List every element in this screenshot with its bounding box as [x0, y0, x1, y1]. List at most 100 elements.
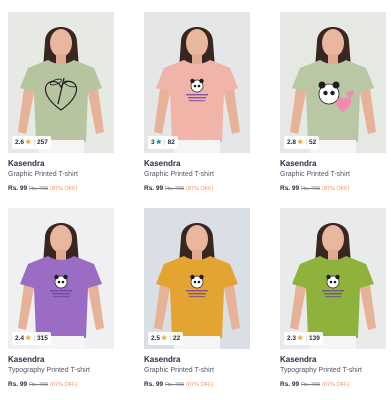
- product-card[interactable]: 2.5 ★ | 22 Kasendra Graphic Printed T-shirt…: [144, 208, 250, 390]
- model-pants: [174, 140, 220, 153]
- review-count: 82: [167, 139, 175, 146]
- panda-ear: [326, 274, 331, 280]
- review-count: 139: [309, 335, 320, 342]
- star-icon: ★: [25, 139, 32, 146]
- print-text-line: [322, 290, 344, 292]
- product-price-row: Rs. 99 Rs. 799 (87% OFF): [144, 380, 250, 390]
- product-image[interactable]: 2.8 ★ | 52: [280, 12, 386, 153]
- model-neck: [56, 250, 66, 260]
- rating-badge: 3 ★ | 82: [148, 136, 178, 149]
- rating-divider: |: [305, 335, 308, 342]
- model-neck: [192, 250, 202, 260]
- star-icon: ★: [155, 139, 162, 146]
- product-brand: Kasendra: [8, 159, 45, 168]
- product-image[interactable]: 2.5 ★ | 22: [144, 208, 250, 349]
- print-text-line: [186, 94, 208, 96]
- product-card[interactable]: 2.6 ★ | 257 Kasendra Graphic Printed T-shir…: [8, 12, 114, 194]
- rating-divider: |: [33, 139, 36, 146]
- product-card[interactable]: 2.3 ★ | 139 Kasendra Typography Printed T-s…: [280, 208, 386, 390]
- model-neck: [192, 54, 202, 64]
- print-text-line: [189, 296, 205, 298]
- model-face: [322, 29, 344, 57]
- review-count: 315: [37, 335, 48, 342]
- product-price: Rs. 99: [8, 185, 28, 192]
- review-count: 52: [309, 139, 317, 146]
- panda-eye: [197, 84, 201, 88]
- product-image[interactable]: 2.3 ★ | 139: [280, 208, 386, 349]
- rating-badge: 2.6 ★ | 257: [12, 136, 51, 149]
- star-icon: ★: [161, 335, 168, 342]
- print-text-line: [50, 290, 72, 292]
- product-price: Rs. 99: [144, 381, 164, 388]
- product-price: Rs. 99: [8, 381, 28, 388]
- product-brand: Kasendra: [144, 159, 181, 168]
- product-title: Typography Printed T-shirt: [280, 367, 362, 374]
- product-photo: [144, 208, 250, 349]
- panda-ear: [190, 274, 195, 280]
- product-price-row: Rs. 99 Rs. 799 (87% OFF): [280, 184, 386, 194]
- model-face: [186, 29, 208, 57]
- panda-ear: [199, 78, 204, 84]
- panda-eye: [193, 280, 197, 284]
- panda-eye: [57, 280, 61, 284]
- panda-eye: [61, 280, 65, 284]
- product-discount: (87% OFF): [186, 382, 214, 388]
- product-price-row: Rs. 99 Rs. 799 (87% OFF): [8, 380, 114, 390]
- product-card[interactable]: 3 ★ | 82 Kasendra Graphic Printed T-shirt R…: [144, 12, 250, 194]
- product-brand: Kasendra: [144, 355, 181, 364]
- panda-eye: [193, 84, 197, 88]
- rating-divider: |: [163, 139, 166, 146]
- product-image[interactable]: 2.4 ★ | 315: [8, 208, 114, 349]
- rating-divider: |: [33, 335, 36, 342]
- product-price-row: Rs. 99 Rs. 799 (87% OFF): [280, 380, 386, 390]
- product-brand: Kasendra: [280, 159, 317, 168]
- product-title: Graphic Printed T-shirt: [144, 367, 214, 374]
- product-title: Graphic Printed T-shirt: [280, 171, 350, 178]
- rating-value: 2.3: [287, 335, 297, 342]
- product-image[interactable]: 3 ★ | 82: [144, 12, 250, 153]
- model-neck: [56, 54, 66, 64]
- rating-value: 2.6: [15, 139, 25, 146]
- panda-eye: [323, 90, 328, 96]
- product-image[interactable]: 2.6 ★ | 257: [8, 12, 114, 153]
- product-discount: (87% OFF): [50, 186, 78, 192]
- product-photo: [144, 12, 250, 153]
- review-count: 22: [173, 335, 181, 342]
- model-face: [186, 225, 208, 253]
- product-photo: [8, 208, 114, 349]
- print-text-line: [186, 290, 208, 292]
- panda-eye: [330, 90, 335, 96]
- product-photo: [280, 12, 386, 153]
- print-text-line: [188, 293, 206, 295]
- panda-ear: [63, 274, 68, 280]
- product-brand: Kasendra: [8, 355, 45, 364]
- product-price-row: Rs. 99 Rs. 799 (87% OFF): [144, 184, 250, 194]
- panda-ear: [54, 274, 59, 280]
- product-price: Rs. 99: [280, 185, 300, 192]
- product-photo: [280, 208, 386, 349]
- panda-ear: [318, 81, 326, 89]
- panda-ear: [190, 78, 195, 84]
- panda-eye: [329, 280, 333, 284]
- product-grid: 2.6 ★ | 257 Kasendra Graphic Printed T-shir…: [0, 0, 391, 400]
- rating-value: 3: [151, 139, 155, 146]
- print-text-line: [188, 97, 206, 99]
- star-icon: ★: [25, 335, 32, 342]
- print-text-line: [325, 296, 341, 298]
- product-title: Typography Printed T-shirt: [8, 367, 90, 374]
- rating-divider: |: [305, 139, 308, 146]
- rating-badge: 2.3 ★ | 139: [284, 332, 323, 345]
- product-mrp: Rs. 799: [301, 382, 321, 388]
- review-count: 257: [37, 139, 48, 146]
- product-price-row: Rs. 99 Rs. 799 (87% OFF): [8, 184, 114, 194]
- product-card[interactable]: 2.8 ★ | 52 Kasendra Graphic Printed T-shirt…: [280, 12, 386, 194]
- product-discount: (87% OFF): [322, 382, 350, 388]
- rating-value: 2.4: [15, 335, 25, 342]
- print-text-line: [324, 293, 342, 295]
- rating-divider: |: [169, 335, 172, 342]
- product-card[interactable]: 2.4 ★ | 315 Kasendra Typography Printed T-s…: [8, 208, 114, 390]
- model-neck: [328, 54, 338, 64]
- rating-value: 2.5: [151, 335, 161, 342]
- product-discount: (87% OFF): [50, 382, 78, 388]
- rating-badge: 2.8 ★ | 52: [284, 136, 320, 149]
